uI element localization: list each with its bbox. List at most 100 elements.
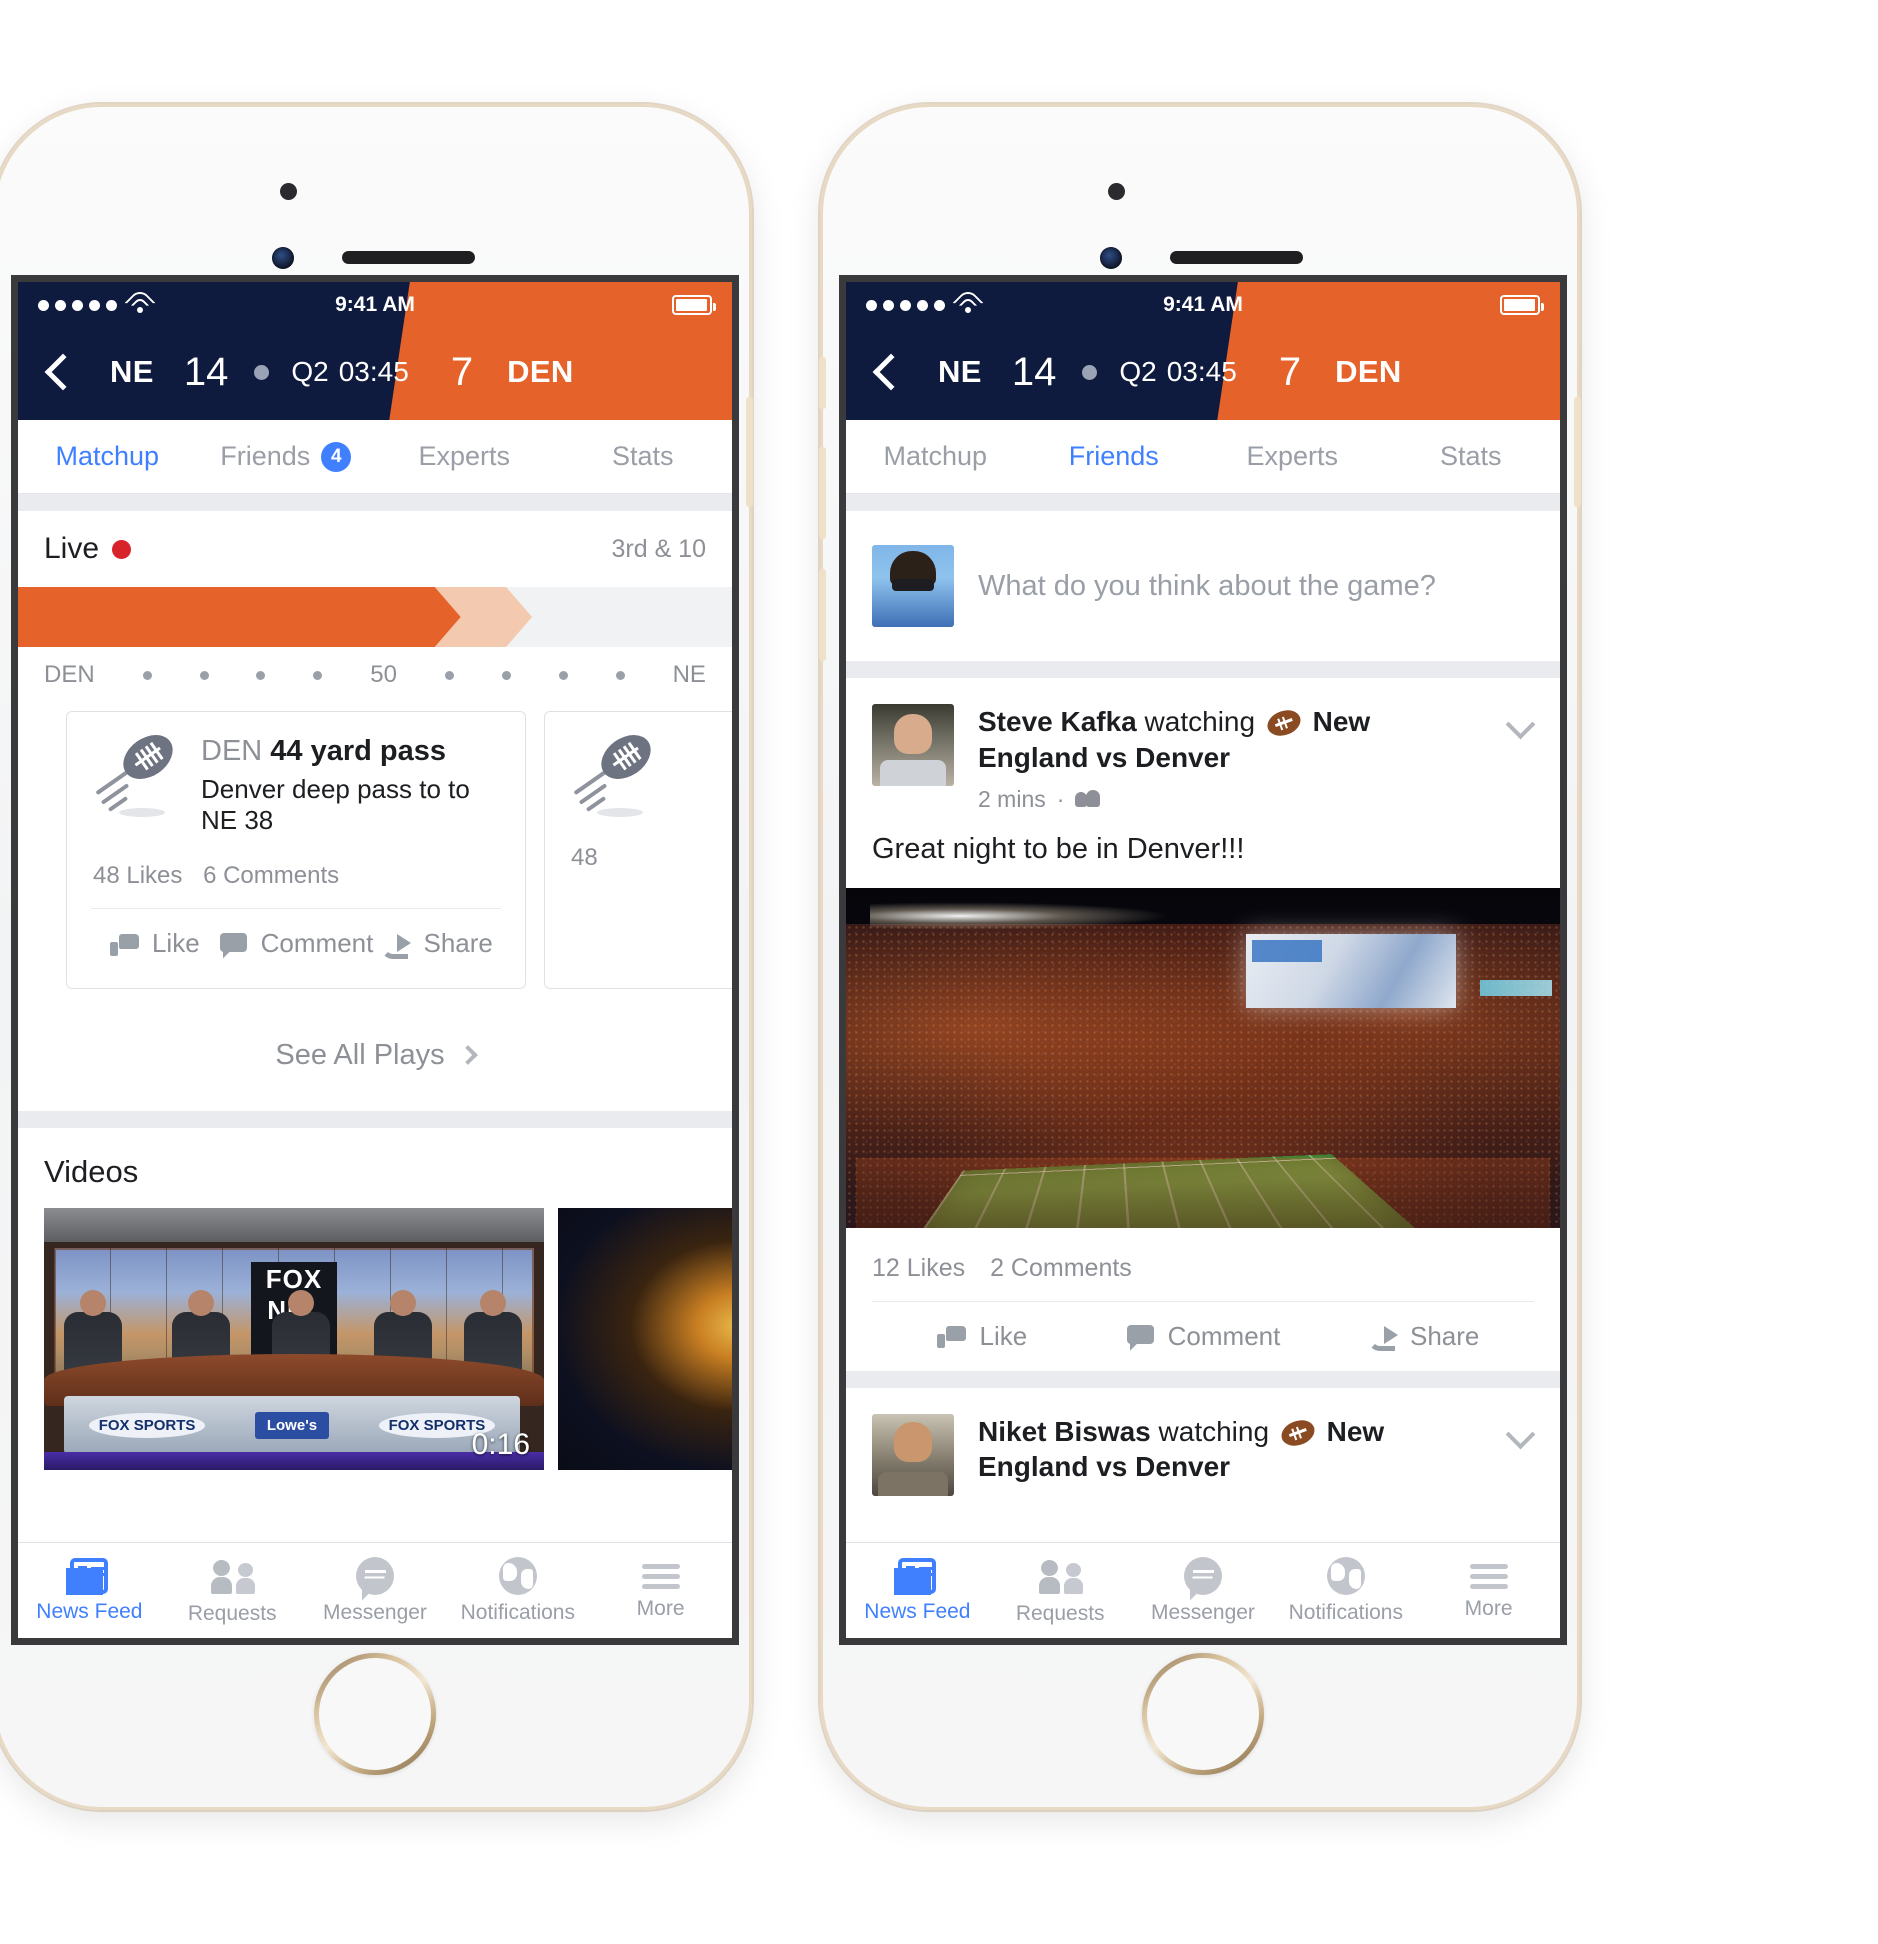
avatar[interactable] <box>872 1413 954 1496</box>
score-header: 9:41 AM NE 14 Q2 03:45 7 DEN <box>846 282 1560 420</box>
status-time: 9:41 AM <box>335 293 415 316</box>
tab-messenger[interactable]: Messenger <box>1132 1556 1275 1625</box>
post-likes-count: 12 Likes <box>872 1253 966 1282</box>
flying-football-icon <box>569 725 661 818</box>
tab-notifications-label: Notifications <box>460 1600 575 1624</box>
tab-more[interactable]: More <box>1417 1561 1560 1621</box>
tab-friends[interactable]: Friends <box>1025 420 1204 493</box>
power-button <box>1574 397 1581 507</box>
tab-messenger[interactable]: Messenger <box>304 1556 447 1625</box>
yard-marker-icon <box>444 670 454 680</box>
play-comments-count: 6 Comments <box>203 862 340 890</box>
status-left <box>38 287 156 319</box>
status-time: 9:41 AM <box>1163 293 1243 316</box>
like-button[interactable]: Like <box>872 1321 1093 1352</box>
tab-more[interactable]: More <box>589 1561 732 1621</box>
back-chevron-icon[interactable] <box>868 355 902 389</box>
tab-stats-label: Stats <box>611 441 674 471</box>
avatar[interactable] <box>872 704 954 786</box>
tab-matchup[interactable]: Matchup <box>18 420 197 493</box>
battery-icon <box>1500 295 1544 315</box>
tab-stats[interactable]: Stats <box>1382 420 1561 493</box>
home-team-score: 7 <box>450 349 474 394</box>
post-author[interactable]: Niket Biswas <box>978 1416 1151 1447</box>
chevron-right-icon <box>457 1045 478 1066</box>
friends-feed-content: What do you think about the game? Steve … <box>846 494 1560 1542</box>
comment-bubble-icon <box>1126 1323 1156 1349</box>
tab-matchup[interactable]: Matchup <box>846 420 1025 493</box>
post-photo-stadium[interactable] <box>846 887 1560 1228</box>
bottom-tab-bar-left: News Feed Requests Messenger Notificatio… <box>18 1542 732 1638</box>
globe-icon <box>1326 1556 1365 1595</box>
comment-button[interactable]: Comment <box>219 928 373 959</box>
yard-marker-icon <box>558 670 568 680</box>
game-clock: 03:45 <box>1166 356 1237 387</box>
video-thumbnail-fox-nfl[interactable]: FOX NFL FOX SPORTS Lowe's FOX SPORTS <box>44 1208 544 1471</box>
volume-up-button <box>819 447 826 539</box>
share-button[interactable]: Share <box>373 928 501 959</box>
post-byline: Steve Kafka watching New England vs Denv… <box>978 704 1484 776</box>
screenshot-stage: 9:41 AM NE 14 Q2 03:45 7 DEN Matchup Fri… <box>0 0 1878 1944</box>
tab-notifications[interactable]: Notifications <box>1274 1556 1417 1625</box>
section-divider <box>18 1111 732 1129</box>
football-emoji-icon <box>1277 1415 1318 1450</box>
video-thumbnail-second[interactable] <box>558 1208 732 1471</box>
lowes-logo: Lowe's <box>254 1411 330 1439</box>
tab-news-feed[interactable]: News Feed <box>18 1557 161 1624</box>
like-button[interactable]: Like <box>91 928 219 959</box>
home-button[interactable] <box>1142 1653 1264 1775</box>
tab-experts[interactable]: Experts <box>375 420 554 493</box>
section-divider <box>18 494 732 511</box>
play-cards-carousel[interactable]: DEN 44 yard pass Denver deep pass to to … <box>18 703 732 999</box>
tab-stats[interactable]: Stats <box>554 420 733 493</box>
like-label: Like <box>979 1320 1028 1351</box>
tab-notifications[interactable]: Notifications <box>446 1556 589 1625</box>
power-button <box>746 397 753 507</box>
video-duration-badge: 0:16 <box>471 1428 530 1462</box>
see-all-plays-link[interactable]: See All Plays <box>18 999 732 1111</box>
tab-requests[interactable]: Requests <box>989 1556 1132 1626</box>
friends-audience-icon <box>1075 790 1101 808</box>
volume-down-button <box>819 569 826 661</box>
comment-label: Comment <box>1167 1320 1281 1351</box>
play-card-next[interactable]: 48 <box>544 711 732 990</box>
down-and-distance: 3rd & 10 <box>611 534 706 563</box>
feed-post: Steve Kafka watching New England vs Denv… <box>846 678 1560 1371</box>
tab-experts[interactable]: Experts <box>1203 420 1382 493</box>
play-card-next-header <box>569 725 719 818</box>
status-left <box>866 287 984 319</box>
share-label: Share <box>1409 1320 1480 1351</box>
share-button[interactable]: Share <box>1313 1321 1534 1352</box>
field-left-team: DEN <box>44 661 95 688</box>
yard-marker-icon <box>501 670 511 680</box>
status-composer[interactable]: What do you think about the game? <box>846 511 1560 661</box>
news-feed-icon <box>898 1557 937 1594</box>
tab-stats-label: Stats <box>1439 441 1502 471</box>
back-chevron-icon[interactable] <box>40 355 74 389</box>
messenger-icon <box>1183 1556 1222 1595</box>
videos-carousel[interactable]: FOX NFL FOX SPORTS Lowe's FOX SPORTS <box>18 1208 732 1471</box>
possession-dot-icon <box>1082 364 1098 380</box>
tab-news-feed[interactable]: News Feed <box>846 1557 989 1624</box>
tab-matchup-label: Matchup <box>55 441 160 471</box>
live-status-row: Live 3rd & 10 <box>18 511 732 587</box>
yard-markers-row: DEN 50 NE <box>18 647 732 703</box>
tab-requests-label: Requests <box>187 1601 277 1625</box>
comment-button[interactable]: Comment <box>1093 1321 1314 1352</box>
yard-marker-icon <box>256 670 266 680</box>
tab-requests[interactable]: Requests <box>161 1556 304 1626</box>
field-midfield-label: 50 <box>370 661 397 688</box>
tab-matchup-label: Matchup <box>883 441 988 471</box>
tab-friends[interactable]: Friends 4 <box>197 420 376 493</box>
earpiece-speaker <box>1170 251 1303 264</box>
hamburger-icon <box>641 1561 680 1591</box>
chevron-down-icon[interactable] <box>1508 710 1534 736</box>
post-author[interactable]: Steve Kafka <box>978 706 1137 737</box>
play-card[interactable]: DEN 44 yard pass Denver deep pass to to … <box>66 711 526 990</box>
home-button[interactable] <box>314 1653 436 1775</box>
signal-dots-icon <box>866 299 945 311</box>
chevron-down-icon[interactable] <box>1508 1420 1534 1446</box>
tab-requests-label: Requests <box>1015 1601 1105 1625</box>
hamburger-icon <box>1469 1561 1508 1591</box>
field-progress-fill <box>18 587 461 647</box>
